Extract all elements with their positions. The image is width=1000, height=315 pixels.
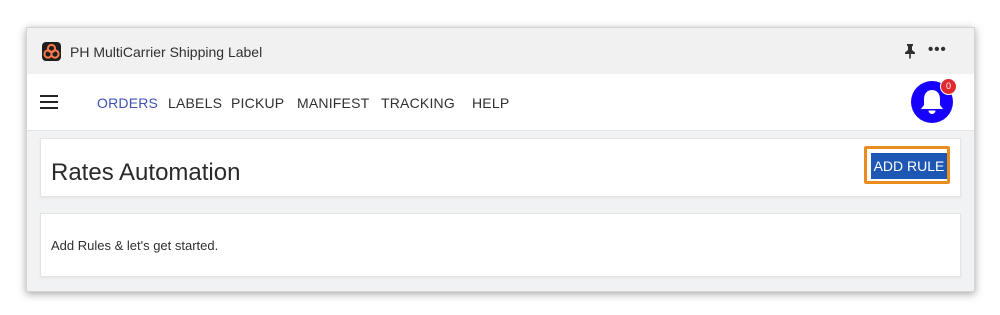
hamburger-menu-icon[interactable]: [40, 95, 58, 109]
nav-orders[interactable]: ORDERS: [97, 95, 158, 111]
more-options-icon[interactable]: •••: [928, 41, 947, 58]
nav-labels[interactable]: LABELS: [168, 95, 222, 111]
rules-card: Add Rules & let's get started.: [40, 213, 961, 277]
header-card: Rates Automation ADD RULE: [40, 138, 961, 197]
nav-help[interactable]: HELP: [472, 95, 509, 111]
page-title: Rates Automation: [51, 159, 241, 186]
notification-count-badge: 0: [940, 78, 957, 95]
empty-state-message: Add Rules & let's get started.: [51, 238, 219, 253]
app-window: PH MultiCarrier Shipping Label ••• ORDER…: [26, 27, 975, 292]
nav-pickup[interactable]: PICKUP: [231, 95, 284, 111]
nav-manifest[interactable]: MANIFEST: [297, 95, 369, 111]
add-rule-button[interactable]: ADD RULE: [871, 153, 947, 179]
nav-tracking[interactable]: TRACKING: [381, 95, 455, 111]
pin-icon[interactable]: [903, 43, 917, 59]
app-title: PH MultiCarrier Shipping Label: [70, 44, 263, 60]
top-navigation: ORDERS LABELS PICKUP MANIFEST TRACKING H…: [27, 74, 974, 131]
app-logo-icon: [42, 42, 61, 61]
title-bar: PH MultiCarrier Shipping Label •••: [27, 28, 974, 74]
